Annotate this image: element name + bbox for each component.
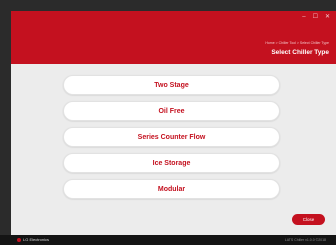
app-window: – ☐ ✕ Home > Chiller Tool > Select Chill… bbox=[11, 11, 336, 235]
window-controls: – ☐ ✕ bbox=[302, 14, 330, 21]
taskbar: LG Electronics LATS Chiller v1.0.0 ©2018 bbox=[0, 235, 336, 245]
breadcrumb[interactable]: Home > Chiller Tool > Select Chiller Typ… bbox=[265, 41, 329, 45]
brand: LG Electronics bbox=[17, 237, 49, 243]
brand-label: LG Electronics bbox=[23, 237, 50, 242]
option-ice-storage-button[interactable]: Ice Storage bbox=[63, 153, 280, 173]
option-two-stage-button[interactable]: Two Stage bbox=[63, 75, 280, 95]
option-modular-button[interactable]: Modular bbox=[63, 179, 280, 199]
chiller-type-list: Two Stage Oil Free Series Counter Flow I… bbox=[63, 75, 280, 205]
lg-logo-icon bbox=[17, 238, 21, 242]
page-title: Select Chiller Type bbox=[271, 49, 329, 56]
minimize-icon[interactable]: – bbox=[302, 14, 305, 21]
option-series-counter-flow-button[interactable]: Series Counter Flow bbox=[63, 127, 280, 147]
close-button[interactable]: Close bbox=[292, 214, 325, 225]
maximize-icon[interactable]: ☐ bbox=[313, 14, 318, 21]
version-label: LATS Chiller v1.0.0 ©2018 bbox=[284, 238, 326, 242]
close-window-icon[interactable]: ✕ bbox=[325, 14, 330, 21]
app-frame: – ☐ ✕ Home > Chiller Tool > Select Chill… bbox=[0, 0, 336, 245]
option-oil-free-button[interactable]: Oil Free bbox=[63, 101, 280, 121]
header-bar: – ☐ ✕ Home > Chiller Tool > Select Chill… bbox=[11, 11, 336, 64]
